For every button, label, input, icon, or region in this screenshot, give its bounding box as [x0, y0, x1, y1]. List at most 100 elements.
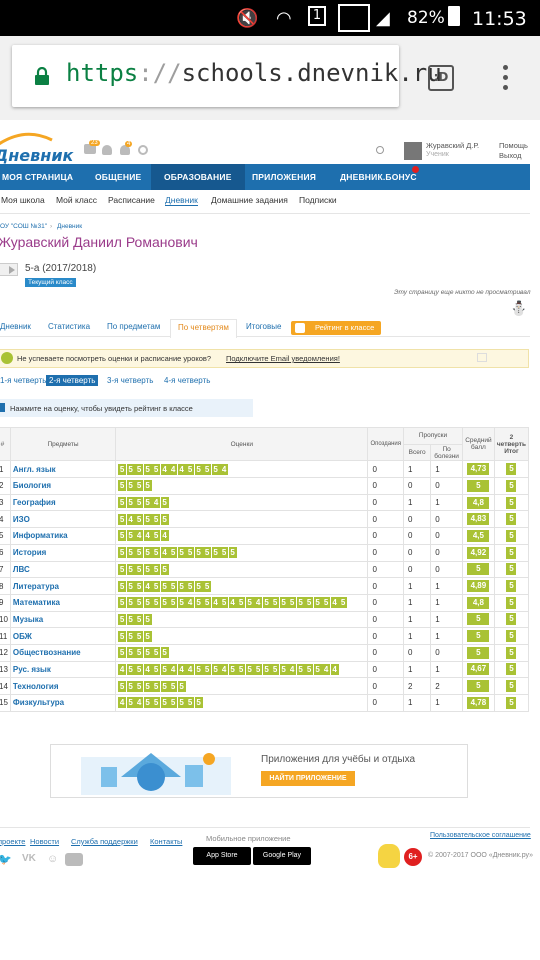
grade-mark[interactable]: 4: [177, 663, 186, 675]
subnav-subscriptions[interactable]: Подписки: [299, 195, 337, 205]
vk-icon[interactable]: VK: [22, 853, 36, 864]
grade-mark[interactable]: 5: [177, 547, 186, 559]
grade-mark[interactable]: 4: [288, 663, 297, 675]
grade-mark[interactable]: 5: [135, 647, 144, 659]
grade-mark[interactable]: 5: [271, 597, 280, 609]
grade-mark[interactable]: 5: [305, 663, 314, 675]
tab-statistics[interactable]: Статистика: [48, 322, 90, 331]
grade-mark[interactable]: 4: [330, 663, 339, 675]
grade-mark[interactable]: 4: [220, 663, 229, 675]
grade-mark[interactable]: 5: [152, 597, 161, 609]
overflow-menu-icon[interactable]: [500, 65, 510, 93]
grade-mark[interactable]: 5: [126, 480, 135, 492]
apps-banner[interactable]: Приложения для учёбы и отдыха НАЙТИ ПРИЛ…: [50, 744, 468, 798]
grade-mark[interactable]: 4: [118, 663, 127, 675]
grade-mark[interactable]: 5: [135, 613, 144, 625]
grade-mark[interactable]: 5: [126, 630, 135, 642]
grade-mark[interactable]: 4: [118, 697, 127, 709]
grade-mark[interactable]: 4: [135, 697, 144, 709]
grade-mark[interactable]: 5: [152, 647, 161, 659]
grade-mark[interactable]: 5: [160, 663, 169, 675]
subject-name[interactable]: Англ. язык: [9, 460, 117, 479]
footer-about[interactable]: проекте: [0, 837, 25, 846]
grade-mark[interactable]: 4: [254, 597, 263, 609]
grade-mark[interactable]: 5: [118, 680, 127, 692]
grade-mark[interactable]: 5: [160, 513, 169, 525]
grade-mark[interactable]: 5: [194, 547, 203, 559]
subject-name[interactable]: Обществознание: [9, 643, 117, 662]
grade-mark[interactable]: 5: [143, 630, 152, 642]
nav-bonus[interactable]: ДНЕВНИК.БОНУС: [340, 164, 417, 190]
grade-mark[interactable]: 4: [160, 530, 169, 542]
grade-mark[interactable]: 5: [118, 513, 127, 525]
grade-mark[interactable]: 5: [143, 613, 152, 625]
grade-mark[interactable]: 5: [143, 697, 152, 709]
grade-mark[interactable]: 5: [211, 463, 220, 475]
grade-mark[interactable]: 5: [135, 497, 144, 509]
grade-mark[interactable]: 5: [194, 663, 203, 675]
grade-mark[interactable]: 5: [126, 697, 135, 709]
grade-mark[interactable]: 5: [118, 497, 127, 509]
email-link[interactable]: Подключите Email уведомления!: [226, 354, 340, 363]
grade-mark[interactable]: 5: [296, 597, 305, 609]
grade-mark[interactable]: 5: [160, 597, 169, 609]
twitter-icon[interactable]: 🐦: [0, 853, 12, 866]
grade-mark[interactable]: 5: [262, 663, 271, 675]
grade-mark[interactable]: 5: [135, 663, 144, 675]
grade-mark[interactable]: 5: [152, 663, 161, 675]
grade-mark[interactable]: 5: [152, 563, 161, 575]
breadcrumb-diary[interactable]: Дневник: [57, 223, 82, 230]
subject-name[interactable]: География: [9, 493, 117, 512]
tab-final[interactable]: Итоговые: [246, 322, 281, 331]
grade-mark[interactable]: 4: [143, 580, 152, 592]
grade-mark[interactable]: 5: [152, 530, 161, 542]
grade-mark[interactable]: 5: [152, 547, 161, 559]
grade-mark[interactable]: 5: [177, 697, 186, 709]
grade-mark[interactable]: 5: [228, 663, 237, 675]
grade-mark[interactable]: 4: [220, 463, 229, 475]
grade-mark[interactable]: 5: [211, 547, 220, 559]
address-bar[interactable]: https://schools.dnevnik.ru: [12, 45, 442, 107]
grade-mark[interactable]: 5: [203, 663, 212, 675]
grade-mark[interactable]: 5: [135, 480, 144, 492]
grade-mark[interactable]: 5: [169, 680, 178, 692]
grade-mark[interactable]: 5: [313, 663, 322, 675]
tab-by-subjects[interactable]: По предметам: [107, 322, 160, 331]
grade-mark[interactable]: 5: [160, 497, 169, 509]
logout-link[interactable]: Выход: [499, 151, 521, 160]
subject-name[interactable]: Музыка: [9, 610, 117, 629]
subnav-school[interactable]: Моя школа: [1, 195, 45, 205]
grade-mark[interactable]: 4: [322, 663, 331, 675]
grade-mark[interactable]: 5: [237, 597, 246, 609]
friends-icon[interactable]: [102, 145, 112, 155]
grade-mark[interactable]: 5: [194, 463, 203, 475]
grade-mark[interactable]: 4: [160, 547, 169, 559]
footer-news[interactable]: Новости: [30, 837, 59, 846]
grade-mark[interactable]: 5: [177, 580, 186, 592]
grade-mark[interactable]: 5: [126, 597, 135, 609]
grade-mark[interactable]: 5: [143, 480, 152, 492]
grade-mark[interactable]: 5: [126, 580, 135, 592]
grade-mark[interactable]: 5: [169, 580, 178, 592]
grade-mark[interactable]: 4: [330, 597, 339, 609]
grade-mark[interactable]: 5: [177, 597, 186, 609]
nav-communication[interactable]: ОБЩЕНИЕ: [95, 164, 141, 190]
grade-mark[interactable]: 5: [220, 597, 229, 609]
grade-mark[interactable]: 5: [177, 680, 186, 692]
footer-support[interactable]: Служба поддержки: [71, 837, 138, 846]
grade-mark[interactable]: 5: [118, 597, 127, 609]
grade-mark[interactable]: 5: [160, 647, 169, 659]
quarter-3[interactable]: 3-я четверть: [104, 375, 156, 386]
grade-mark[interactable]: 4: [135, 530, 144, 542]
quarter-1[interactable]: 1-я четверть: [0, 375, 49, 386]
grade-mark[interactable]: 5: [126, 530, 135, 542]
grade-mark[interactable]: 5: [152, 580, 161, 592]
grade-mark[interactable]: 5: [126, 647, 135, 659]
grade-mark[interactable]: 5: [143, 647, 152, 659]
grade-mark[interactable]: 5: [118, 530, 127, 542]
subject-name[interactable]: Литература: [9, 577, 117, 595]
grade-mark[interactable]: 5: [152, 697, 161, 709]
grade-mark[interactable]: 5: [288, 597, 297, 609]
grade-mark[interactable]: 5: [135, 547, 144, 559]
nav-education[interactable]: ОБРАЗОВАНИЕ: [151, 164, 245, 190]
